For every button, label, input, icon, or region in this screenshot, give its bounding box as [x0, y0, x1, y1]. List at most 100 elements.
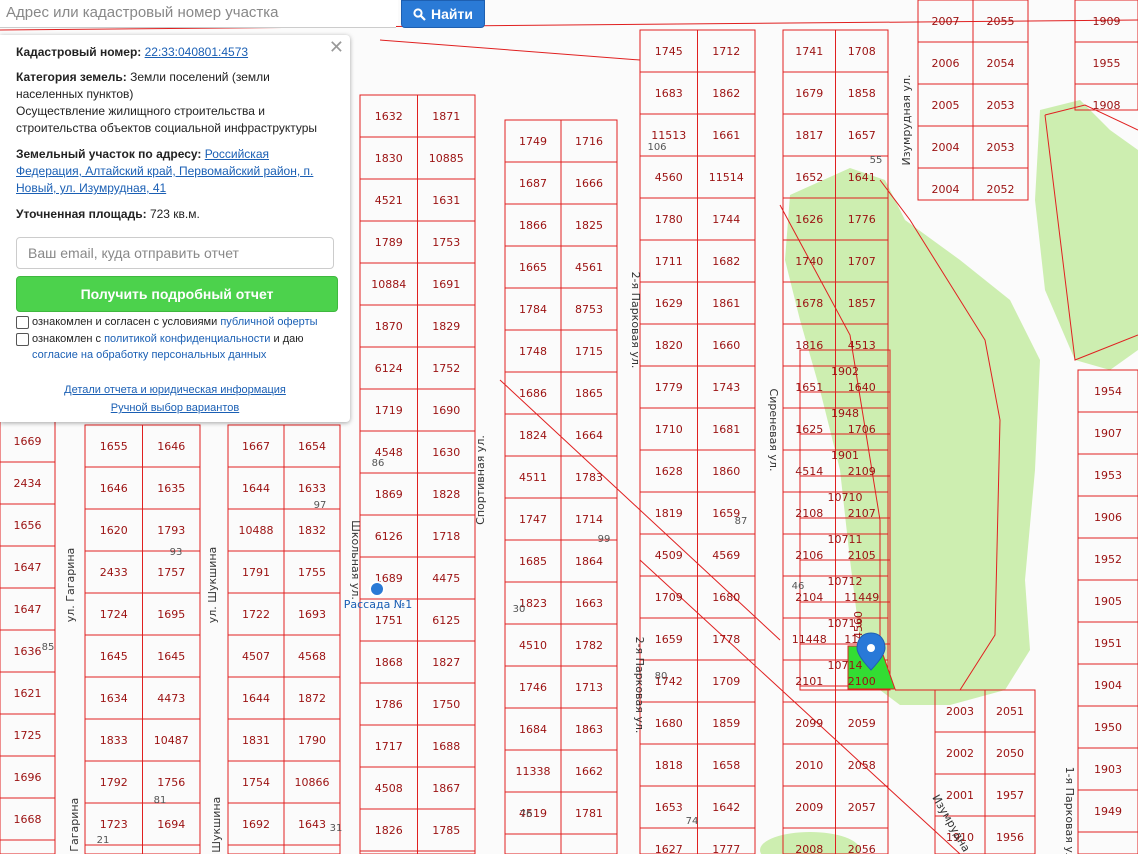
plot-label: 1661: [712, 129, 740, 142]
find-button[interactable]: Найти: [401, 0, 485, 28]
plot-label: 1825: [575, 219, 603, 232]
plot-label: 6124: [375, 362, 403, 375]
plot-label: 1626: [795, 213, 823, 226]
plot-label: 1710: [655, 423, 683, 436]
plot-label: 4510: [519, 639, 547, 652]
plot-label: 1687: [519, 177, 547, 190]
details-link[interactable]: Детали отчета и юридическая информация: [64, 384, 286, 396]
plot-label: 1861: [712, 297, 740, 310]
plot-label: 10710: [828, 491, 863, 504]
personal-data-link[interactable]: согласие на обработку персональных данны…: [32, 349, 266, 361]
plot-label: 1660: [712, 339, 740, 352]
offer-consent: ознакомлен и согласен с условиями публич…: [32, 314, 332, 330]
plot-label: 2004: [932, 141, 960, 154]
cadastral-row: Кадастровый номер: 22:33:040801:4573: [16, 44, 332, 61]
get-report-button[interactable]: Получить подробный отчет: [16, 276, 338, 312]
street-shukshina-south: ул. Шукшина: [210, 797, 223, 854]
email-field[interactable]: [16, 237, 334, 269]
privacy-checkbox[interactable]: [16, 333, 29, 346]
plot-label: 1620: [100, 524, 128, 537]
plot-label: 1629: [655, 297, 683, 310]
plot-label: 10487: [154, 734, 189, 747]
plot-label: 1862: [712, 87, 740, 100]
plot-label: 1791: [242, 566, 270, 579]
offer-checkbox[interactable]: [16, 316, 29, 329]
plot-label: 1688: [432, 740, 460, 753]
plot-label: 4509: [655, 549, 683, 562]
details-link-row: Детали отчета и юридическая информация: [0, 384, 350, 396]
plot-label: 1719: [375, 404, 403, 417]
plot-label: 10714: [828, 659, 863, 672]
plot-label: 1908: [1093, 99, 1121, 112]
search-input[interactable]: [0, 0, 398, 25]
house-number: 76: [520, 809, 533, 820]
plot-label: 1630: [432, 446, 460, 459]
plot-label: 1784: [519, 303, 547, 316]
address-row: Земельный участок по адресу: Российская …: [16, 146, 332, 197]
plot-label: 2107: [848, 507, 876, 520]
plot-label: 1790: [298, 734, 326, 747]
plot-label: 2010: [795, 759, 823, 772]
area-value: 723 кв.м.: [149, 207, 200, 221]
plot-label: 1953: [1094, 469, 1122, 482]
plot-label: 1792: [100, 776, 128, 789]
plot-label: 1647: [14, 561, 42, 574]
plot-label: 1779: [655, 381, 683, 394]
plot-label: 2004: [932, 183, 960, 196]
plot-label: 1646: [157, 440, 185, 453]
privacy-link[interactable]: политикой конфиденциальности: [104, 333, 270, 345]
plot-label: 1693: [298, 608, 326, 621]
plot-label: 1752: [432, 362, 460, 375]
plot-label: 1957: [996, 789, 1024, 802]
house-number: 46: [792, 581, 805, 592]
plot-label: 1641: [848, 171, 876, 184]
plot-label: 1820: [655, 339, 683, 352]
plot-label: 4511: [519, 471, 547, 484]
plot-label: 1955: [1093, 57, 1121, 70]
street-izumrudnaya-north: Изумрудная ул.: [900, 74, 913, 165]
plot-label: 1724: [100, 608, 128, 621]
plot-label: 1868: [375, 656, 403, 669]
plot-label: 1870: [375, 320, 403, 333]
usage-text: Осуществление жилищного строительства и …: [16, 104, 318, 135]
plot-label: 4513: [848, 339, 876, 352]
plot-label: 2104: [795, 591, 823, 604]
plot-label: 1686: [519, 387, 547, 400]
poi-icon[interactable]: [369, 581, 385, 597]
plot-label: 1750: [432, 698, 460, 711]
plot-label: 1718: [432, 530, 460, 543]
plot-label: 1743: [712, 381, 740, 394]
plot-label: 1869: [375, 488, 403, 501]
plot-label: 1817: [795, 129, 823, 142]
offer-link[interactable]: публичной оферты: [220, 316, 317, 328]
plot-label: 1951: [1094, 637, 1122, 650]
plot-label: 2054: [987, 57, 1015, 70]
cadastral-number-link[interactable]: 22:33:040801:4573: [145, 45, 248, 59]
plot-label: 1818: [655, 759, 683, 772]
plot-label: 10884: [371, 278, 406, 291]
plot-label: 1816: [795, 339, 823, 352]
house-number: 30: [513, 604, 526, 615]
cadastral-label: Кадастровый номер:: [16, 45, 142, 59]
plot-label: 1652: [795, 171, 823, 184]
plot-label: 4473: [157, 692, 185, 705]
plot-label: 2007: [932, 15, 960, 28]
search-icon: [413, 7, 426, 21]
plot-label: 1827: [432, 656, 460, 669]
plot-label: 1725: [14, 729, 42, 742]
plot-label: 1786: [375, 698, 403, 711]
plot-label: 1644: [242, 482, 270, 495]
house-number: 80: [655, 671, 668, 682]
street-gagarina-south: ул. Гагарина: [68, 798, 81, 854]
plot-label: 1653: [655, 801, 683, 814]
plot-label: 1753: [432, 236, 460, 249]
plot-label: 11338: [516, 765, 551, 778]
plot-label: 1867: [432, 782, 460, 795]
manual-selection-link[interactable]: Ручной выбор вариантов: [111, 402, 239, 414]
plot-label: 2059: [848, 717, 876, 730]
plot-label: 1690: [432, 404, 460, 417]
plot-label: 4560: [655, 171, 683, 184]
plot-label: 4561: [575, 261, 603, 274]
poi-label[interactable]: Рассада №1: [344, 598, 413, 611]
search-bar: [0, 0, 398, 28]
